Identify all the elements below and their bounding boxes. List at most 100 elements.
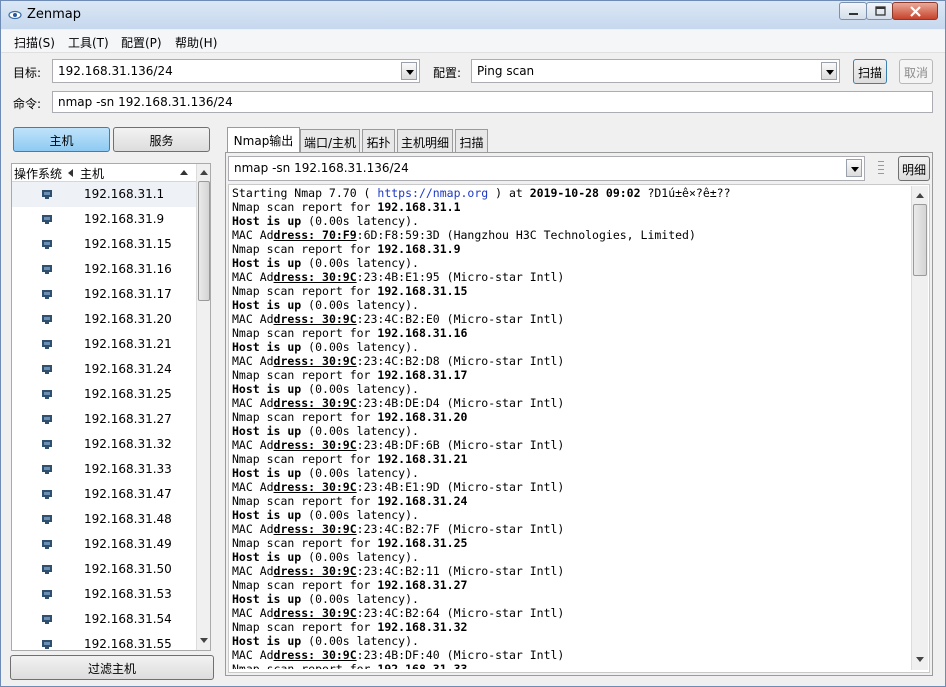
output-fragment: dress: [273,312,323,326]
output-fragment: Nmap scan report for [232,494,378,508]
menu-profile[interactable]: 配置(P) [121,34,162,51]
host-row[interactable]: 192.168.31.24 [12,357,196,382]
minimize-icon [849,13,858,15]
scrollbar-thumb[interactable] [198,181,210,301]
output-fragment: dress: [273,480,323,494]
output-fragment: dress: [273,228,323,242]
mac-prefix: 30:9C [322,270,357,284]
output-fragment: Nmap scan report for [232,662,378,669]
chevron-down-icon[interactable] [846,159,862,177]
maximize-button[interactable] [866,2,893,20]
mac-vendor: (Micro-star Intl) [439,312,565,326]
column-host[interactable]: 主机 [80,165,104,182]
close-button[interactable] [892,2,938,20]
services-button[interactable]: 服务 [113,127,210,152]
output-line: MAC Address: 30:9C:23:4B:DF:40 (Micro-st… [232,648,908,662]
nmap-link[interactable]: https://nmap.org [377,186,488,200]
mac-prefix: 30:9C [322,648,357,662]
output-fragment: Nmap scan report for [232,536,378,550]
command-field[interactable]: nmap -sn 192.168.31.136/24 [52,91,933,113]
output-fragment: Starting Nmap 7.70 ( [232,186,378,200]
output-fragment: Nmap scan report for [232,452,378,466]
scrollbar-thumb[interactable] [913,204,927,276]
host-row[interactable]: 192.168.31.33 [12,457,196,482]
tab-host-details[interactable]: 主机明细 [397,129,453,152]
output-line: MAC Address: 30:9C:23:4B:DE:D4 (Micro-st… [232,396,908,410]
tab-scans[interactable]: 扫描 [455,129,488,152]
output-line: Host is up (0.00s latency). [232,340,908,354]
chevron-left-icon [68,169,73,177]
mac-prefix: 30:9C [322,564,357,578]
host-row[interactable]: 192.168.31.54 [12,607,196,632]
output-line: Host is up (0.00s latency). [232,214,908,228]
host-ip: 192.168.31.20 [84,312,172,326]
filter-hosts-button[interactable]: 过滤主机 [10,655,214,680]
mac-vendor: (Micro-star Intl) [439,606,565,620]
scanned-ip: 192.168.31.24 [377,494,468,508]
host-row[interactable]: 192.168.31.55 [12,632,196,650]
output-fragment: Host is up [232,592,302,606]
scroll-up-icon[interactable] [200,170,208,175]
host-row[interactable]: 192.168.31.48 [12,507,196,532]
tab-ports-hosts[interactable]: 端口/主机 [300,129,360,152]
output-line: Nmap scan report for 192.168.31.21 [232,452,908,466]
scanned-ip: 192.168.31.20 [377,410,468,424]
profile-combobox[interactable]: Ping scan [471,59,840,83]
minimize-button[interactable] [839,2,867,20]
target-value: 192.168.31.136/24 [58,64,173,78]
host-ip: 192.168.31.47 [84,487,172,501]
output-fragment: ) at [488,186,530,200]
profile-label: 配置: [433,66,462,80]
host-row[interactable]: 192.168.31.16 [12,257,196,282]
unknown-os-icon [42,515,52,524]
scan-select-combobox[interactable]: nmap -sn 192.168.31.136/24 [228,156,865,181]
host-row[interactable]: 192.168.31.1 [12,182,196,207]
cancel-button[interactable]: 取消 [899,59,933,84]
output-fragment: Nmap scan report for [232,200,378,214]
host-row[interactable]: 192.168.31.49 [12,532,196,557]
scroll-down-icon[interactable] [200,638,208,643]
output-fragment: MAC Ad [232,312,274,326]
output-scrollbar[interactable] [911,186,928,670]
host-row[interactable]: 192.168.31.32 [12,432,196,457]
tab-topology[interactable]: 拓扑 [362,129,395,152]
host-row[interactable]: 192.168.31.17 [12,282,196,307]
tab-nmap-output[interactable]: Nmap输出 [227,127,300,153]
menu-help[interactable]: 帮助(H) [175,34,217,51]
host-row[interactable]: 192.168.31.50 [12,557,196,582]
target-combobox[interactable]: 192.168.31.136/24 [52,59,420,83]
mac-prefix: 30:9C [322,480,357,494]
unknown-os-icon [42,465,52,474]
scan-select-value: nmap -sn 192.168.31.136/24 [234,161,409,175]
hosts-button[interactable]: 主机 [13,127,110,152]
unknown-os-icon [42,440,52,449]
host-row[interactable]: 192.168.31.25 [12,382,196,407]
chevron-down-icon[interactable] [401,62,417,80]
host-row[interactable]: 192.168.31.15 [12,232,196,257]
host-row[interactable]: 192.168.31.47 [12,482,196,507]
menu-scan[interactable]: 扫描(S) [14,34,55,51]
output-line: Host is up (0.00s latency). [232,382,908,396]
host-row[interactable]: 192.168.31.27 [12,407,196,432]
host-list-scrollbar[interactable] [196,164,210,650]
menu-tools[interactable]: 工具(T) [68,34,109,51]
unknown-os-icon [42,490,52,499]
scan-button[interactable]: 扫描 [853,59,887,84]
output-line: Starting Nmap 7.70 ( https://nmap.org ) … [232,186,908,200]
scroll-down-icon[interactable] [916,657,924,662]
host-ip: 192.168.31.33 [84,462,172,476]
host-row[interactable]: 192.168.31.53 [12,582,196,607]
host-row[interactable]: 192.168.31.20 [12,307,196,332]
mac-prefix: 30:9C [322,606,357,620]
details-button[interactable]: 明细 [898,156,930,181]
output-fragment: dress: [273,354,323,368]
output-fragment: MAC Ad [232,438,274,452]
scroll-up-icon[interactable] [916,193,924,198]
window-title: Zenmap [27,7,82,22]
host-row[interactable]: 192.168.31.21 [12,332,196,357]
chevron-down-icon[interactable] [821,62,837,80]
host-ip: 192.168.31.54 [84,612,172,626]
host-row[interactable]: 192.168.31.9 [12,207,196,232]
column-os[interactable]: 操作系统 [14,165,62,182]
output-fragment: Host is up [232,634,302,648]
